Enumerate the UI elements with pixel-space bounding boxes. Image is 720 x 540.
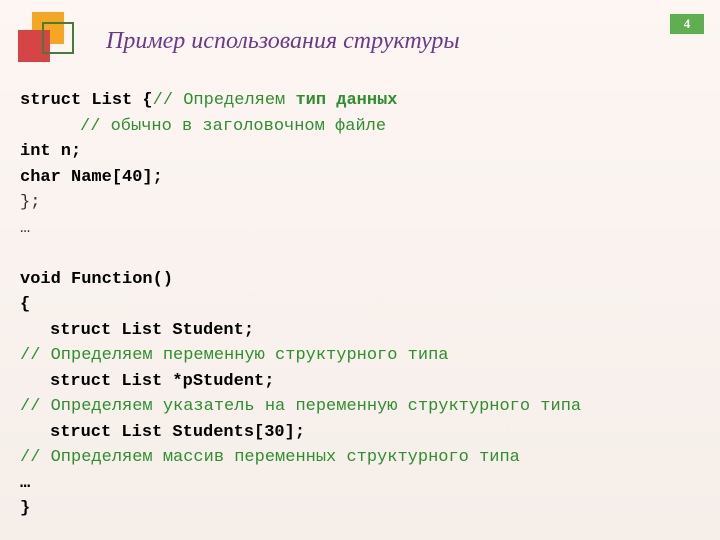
code-line-4: char Name[40]; [20, 165, 700, 191]
slide: 4 Пример использования структуры struct … [0, 0, 720, 540]
code-line-1: struct List {// Определяем тип данных [20, 88, 700, 114]
code-line-15: … [20, 471, 700, 497]
code-line-6: … [20, 216, 700, 242]
code-blank [20, 241, 700, 267]
page-number-badge: 4 [670, 14, 704, 34]
code-line-5: }; [20, 190, 700, 216]
code-line-10: // Определяем переменную структурного ти… [20, 343, 700, 369]
code-line-7: void Function() [20, 267, 700, 293]
code-comment: // Определяем [153, 91, 296, 110]
code-line-9: struct List Student; [50, 318, 700, 344]
code-line-14: // Определяем массив переменных структур… [20, 445, 700, 471]
code-line-2: // обычно в заголовочном файле [80, 114, 700, 140]
logo-square-outline [42, 22, 74, 54]
code-line-13: struct List Students[30]; [50, 420, 700, 446]
code-line-3: int n; [20, 139, 700, 165]
code-line-11: struct List *pStudent; [50, 369, 700, 395]
slide-title: Пример использования структуры [106, 28, 460, 55]
code-text: struct List { [20, 91, 153, 110]
code-line-16: } [20, 496, 700, 522]
slide-logo [18, 12, 76, 70]
code-block: struct List {// Определяем тип данных //… [20, 88, 700, 522]
code-line-12: // Определяем указатель на переменную ст… [20, 394, 700, 420]
code-comment-bold: тип данных [295, 91, 397, 110]
code-line-8: { [20, 292, 700, 318]
